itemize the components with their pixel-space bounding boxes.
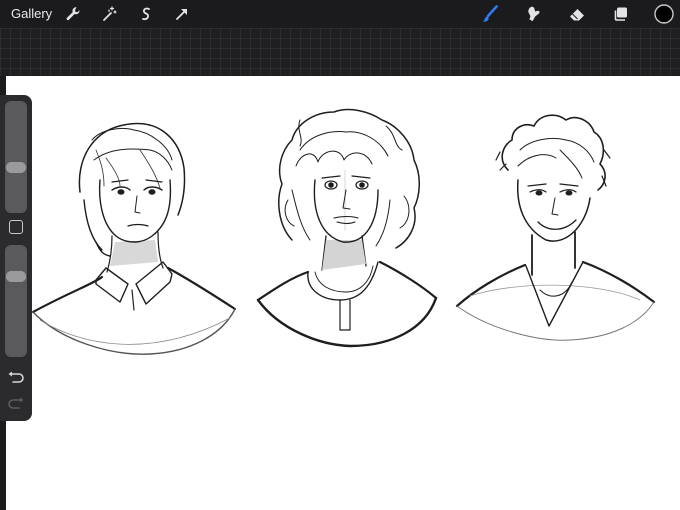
- brush-size-slider[interactable]: [5, 101, 27, 213]
- left-sidebar: [0, 95, 32, 421]
- modify-button[interactable]: [9, 220, 23, 234]
- redo-icon: [7, 397, 25, 411]
- portrait-sketch-middle: [256, 108, 438, 348]
- sketch-artwork: [31, 108, 656, 355]
- portrait-sketch-right: [455, 114, 656, 341]
- undo-icon[interactable]: [7, 371, 25, 385]
- opacity-slider[interactable]: [5, 245, 27, 357]
- brush-size-handle[interactable]: [6, 162, 26, 173]
- opacity-handle[interactable]: [6, 271, 26, 282]
- portrait-sketch-left: [31, 122, 237, 355]
- drawing-canvas[interactable]: [6, 76, 680, 510]
